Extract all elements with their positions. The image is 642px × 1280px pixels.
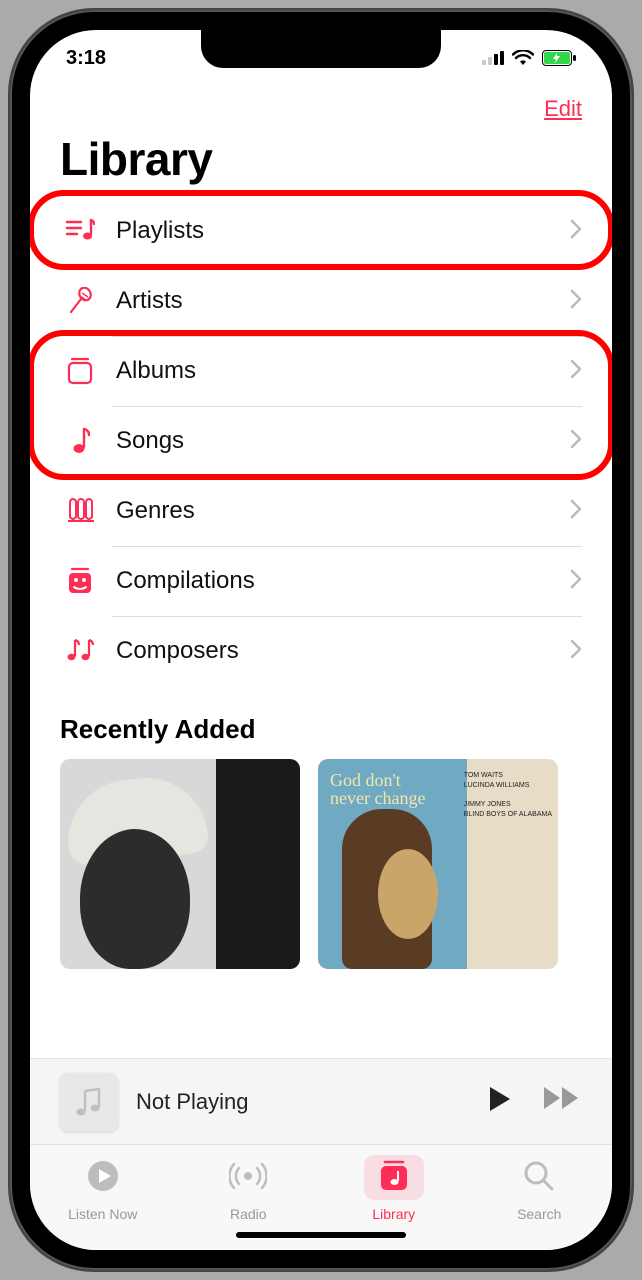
tab-label: Radio [230,1206,267,1222]
library-row-genres[interactable]: Genres [40,476,602,546]
search-icon [522,1159,556,1193]
tab-label: Listen Now [68,1206,137,1222]
status-right [482,50,576,66]
page-title: Library [30,128,612,196]
nav-bar: Edit [30,86,612,128]
composers-icon [58,638,102,664]
row-label: Composers [102,637,570,665]
now-playing-label: Not Playing [136,1089,470,1115]
now-playing-art [60,1073,118,1131]
tab-search[interactable]: Search [467,1155,613,1250]
wifi-icon [512,50,534,66]
chevron-right-icon [570,359,582,384]
chevron-right-icon [570,569,582,594]
device-frame: 3:18 Edit Library Playlists [10,10,632,1270]
genres-icon [58,497,102,525]
chevron-right-icon [570,639,582,664]
compilations-icon [58,567,102,595]
playlists-icon [58,218,102,244]
library-icon [378,1159,410,1193]
library-row-playlists[interactable]: Playlists [40,196,602,266]
recently-added-row: God don'tnever change TOM WAITSLUCINDA W… [30,759,612,969]
tab-label: Library [372,1206,415,1222]
library-row-artists[interactable]: Artists [40,266,602,336]
chevron-right-icon [570,289,582,314]
home-indicator[interactable] [236,1232,406,1238]
row-label: Genres [102,497,570,525]
row-label: Albums [102,357,570,385]
library-row-songs[interactable]: Songs [40,406,602,476]
chevron-right-icon [570,219,582,244]
recently-added-title: Recently Added [30,686,612,759]
status-time: 3:18 [66,47,106,70]
now-playing-controls [488,1085,582,1118]
albums-icon [58,357,102,385]
chevron-right-icon [570,429,582,454]
library-row-compilations[interactable]: Compilations [40,546,602,616]
now-playing-bar[interactable]: Not Playing [30,1058,612,1144]
tab-label: Search [517,1206,561,1222]
music-note-icon [75,1087,103,1117]
songs-icon [58,427,102,455]
chevron-right-icon [570,499,582,524]
cellular-icon [482,51,504,65]
tab-listen-now[interactable]: Listen Now [30,1155,176,1250]
row-label: Compilations [102,567,570,595]
album-art[interactable] [60,759,300,969]
artists-icon [58,287,102,315]
row-label: Playlists [102,217,570,245]
album-art[interactable]: God don'tnever change TOM WAITSLUCINDA W… [318,759,558,969]
listen-now-icon [86,1159,120,1193]
screen: 3:18 Edit Library Playlists [30,30,612,1250]
forward-button[interactable] [542,1085,582,1118]
row-label: Artists [102,287,570,315]
library-row-albums[interactable]: Albums [40,336,602,406]
battery-icon [542,50,576,66]
edit-button[interactable]: Edit [544,96,582,122]
library-list: Playlists Artists Albums [30,196,612,686]
notch [201,30,441,68]
row-label: Songs [102,427,570,455]
library-row-composers[interactable]: Composers [40,616,602,686]
play-button[interactable] [488,1085,512,1118]
radio-icon [229,1159,267,1193]
